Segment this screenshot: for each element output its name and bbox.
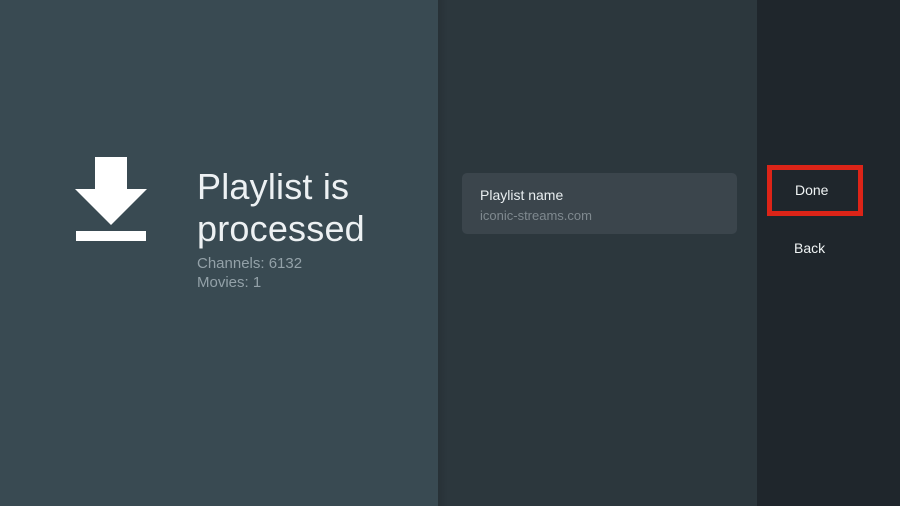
playlist-url-value: iconic-streams.com (480, 208, 719, 224)
movies-count: Movies: 1 (197, 273, 302, 292)
channels-count: Channels: 6132 (197, 254, 302, 273)
action-menu: Done Back (757, 0, 900, 506)
status-stats: Channels: 6132 Movies: 1 (197, 254, 302, 292)
done-button[interactable]: Done (767, 165, 863, 216)
playlist-panel: Playlist name iconic-streams.com (438, 0, 757, 506)
back-button[interactable]: Back (757, 229, 900, 268)
back-label: Back (794, 240, 825, 256)
playlist-name-field[interactable]: Playlist name iconic-streams.com (462, 173, 737, 234)
status-panel: Playlist is processed Channels: 6132 Mov… (0, 0, 438, 506)
status-title: Playlist is processed (197, 166, 402, 250)
done-label: Done (795, 182, 828, 198)
download-icon (75, 157, 147, 241)
playlist-name-label: Playlist name (480, 187, 719, 204)
playlist-processed-screen: Playlist is processed Channels: 6132 Mov… (0, 0, 900, 506)
